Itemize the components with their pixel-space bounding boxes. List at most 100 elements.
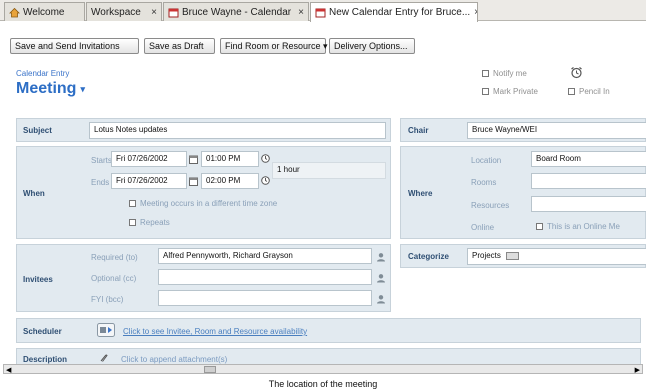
calendar-picker-icon[interactable]	[189, 155, 198, 164]
fyi-label: FYI (bcc)	[91, 295, 124, 304]
entry-type-selector[interactable]: Meeting ▾	[16, 80, 85, 98]
rooms-field[interactable]	[531, 173, 646, 189]
tab-label: Workspace	[91, 6, 141, 18]
duration-field[interactable]: 1 hour	[272, 162, 386, 179]
mark-private-option[interactable]: Mark Private	[482, 87, 538, 96]
tab-workspace[interactable]: Workspace ×	[86, 2, 162, 21]
clock-icon[interactable]	[261, 176, 270, 185]
pencil-in-checkbox[interactable]	[568, 88, 575, 95]
fyi-invitees-field[interactable]	[158, 290, 372, 306]
horizontal-scrollbar[interactable]: ◀ ▶	[3, 364, 643, 374]
chevron-down-icon: ▾	[80, 83, 85, 94]
online-label: Online	[471, 223, 495, 232]
address-book-icon[interactable]	[376, 273, 386, 283]
required-label: Required (to)	[91, 253, 138, 262]
repeats-option[interactable]: Repeats	[129, 218, 170, 227]
scroll-right-icon[interactable]: ▶	[635, 366, 640, 374]
rooms-label: Rooms	[471, 178, 497, 187]
where-label: Where	[408, 189, 433, 198]
attach-link[interactable]: Click to append attachment(s)	[121, 355, 227, 364]
online-meeting-option[interactable]: This is an Online Me	[536, 222, 620, 231]
address-book-icon[interactable]	[376, 294, 386, 304]
ends-label: Ends	[91, 178, 110, 187]
description-row: Description Click to append attachment(s…	[16, 348, 641, 364]
when-row: When Starts Fri 07/26/2002 01:00 PM Ends…	[16, 146, 391, 239]
home-icon	[9, 7, 20, 17]
scroll-left-icon[interactable]: ◀	[6, 366, 11, 374]
notify-me-checkbox[interactable]	[482, 70, 489, 77]
diff-timezone-label: Meeting occurs in a different time zone	[140, 199, 278, 208]
action-toolbar: Save and Send Invitations Save as Draft …	[0, 22, 646, 58]
save-send-button[interactable]: Save and Send Invitations	[10, 38, 139, 54]
clock-icon[interactable]	[261, 154, 270, 163]
mark-private-label: Mark Private	[493, 87, 538, 96]
close-icon[interactable]: ×	[294, 7, 304, 18]
where-row: Where Location Board Room Rooms Resource…	[400, 146, 646, 239]
when-label: When	[23, 189, 45, 198]
subject-row: Subject Lotus Notes updates	[16, 118, 391, 142]
calendar-picker-icon[interactable]	[189, 177, 198, 186]
invitees-label: Invitees	[23, 275, 53, 284]
paperclip-icon[interactable]	[99, 353, 108, 363]
optional-invitees-field[interactable]	[158, 269, 372, 285]
figure-caption: The location of the meeting	[268, 379, 378, 389]
start-time-field[interactable]: 01:00 PM	[201, 151, 259, 167]
tab-bar: Welcome Workspace × Bruce Wayne - Calend…	[0, 0, 646, 22]
optional-label: Optional (cc)	[91, 274, 137, 283]
location-field[interactable]: Board Room	[531, 151, 646, 167]
mark-private-checkbox[interactable]	[482, 88, 489, 95]
tab-label: Welcome	[23, 6, 65, 18]
scrollbar-thumb[interactable]	[204, 366, 216, 373]
location-label: Location	[471, 156, 502, 165]
resources-field[interactable]	[531, 196, 646, 212]
pencil-in-label: Pencil In	[579, 87, 610, 96]
resources-label: Resources	[471, 201, 510, 210]
notify-me-option[interactable]: Notify me	[482, 69, 527, 78]
tab-calendar[interactable]: Bruce Wayne - Calendar ×	[163, 2, 309, 21]
delivery-options-button[interactable]: Delivery Options...	[329, 38, 415, 54]
calendar-icon	[168, 8, 179, 17]
close-icon[interactable]: ×	[470, 7, 477, 18]
starts-label: Starts	[91, 156, 112, 165]
scheduler-link[interactable]: Click to see Invitee, Room and Resource …	[123, 327, 307, 336]
description-label: Description	[23, 355, 68, 364]
form-type-label: Calendar Entry	[16, 69, 70, 78]
online-meeting-label: This is an Online Me	[547, 222, 620, 231]
invitees-row: Invitees Required (to) Alfred Pennyworth…	[16, 244, 391, 312]
pencil-in-option[interactable]: Pencil In	[568, 87, 610, 96]
categorize-row: Categorize Projects	[400, 244, 646, 268]
address-book-icon[interactable]	[376, 252, 386, 262]
tab-new-entry[interactable]: New Calendar Entry for Bruce... ×	[310, 2, 478, 22]
chair-row: Chair Bruce Wayne/WEI	[400, 118, 646, 142]
tab-label: New Calendar Entry for Bruce...	[329, 7, 471, 18]
category-value: Projects	[472, 251, 501, 260]
subject-label: Subject	[23, 126, 52, 135]
chair-field[interactable]: Bruce Wayne/WEI	[467, 122, 646, 139]
scheduler-label: Scheduler	[23, 327, 62, 336]
categorize-field[interactable]: Projects	[467, 248, 646, 265]
diff-timezone-option[interactable]: Meeting occurs in a different time zone	[129, 199, 277, 208]
page-title: Meeting	[16, 80, 77, 97]
required-invitees-field[interactable]: Alfred Pennyworth, Richard Grayson	[158, 248, 372, 264]
subject-field[interactable]: Lotus Notes updates	[89, 122, 386, 139]
alarm-clock-icon[interactable]	[570, 66, 583, 79]
calendar-icon	[315, 8, 326, 18]
tab-welcome[interactable]: Welcome	[4, 2, 85, 21]
save-draft-button[interactable]: Save as Draft	[144, 38, 215, 54]
scheduler-row: Scheduler Click to see Invitee, Room and…	[16, 318, 641, 343]
entry-options: Notify me Mark Private Pencil In	[474, 65, 634, 105]
find-room-button[interactable]: Find Room or Resource ▾	[220, 38, 328, 54]
tab-label: Bruce Wayne - Calendar	[182, 6, 292, 18]
end-date-field[interactable]: Fri 07/26/2002	[111, 173, 187, 189]
close-icon[interactable]: ×	[147, 7, 157, 18]
start-date-field[interactable]: Fri 07/26/2002	[111, 151, 187, 167]
repeats-checkbox[interactable]	[129, 219, 136, 226]
scheduler-toggle-icon[interactable]	[97, 323, 115, 337]
diff-timezone-checkbox[interactable]	[129, 200, 136, 207]
dropdown-icon[interactable]	[506, 251, 520, 260]
chair-label: Chair	[408, 126, 429, 135]
repeats-label: Repeats	[140, 218, 170, 227]
categorize-label: Categorize	[408, 252, 449, 261]
online-meeting-checkbox[interactable]	[536, 223, 543, 230]
end-time-field[interactable]: 02:00 PM	[201, 173, 259, 189]
